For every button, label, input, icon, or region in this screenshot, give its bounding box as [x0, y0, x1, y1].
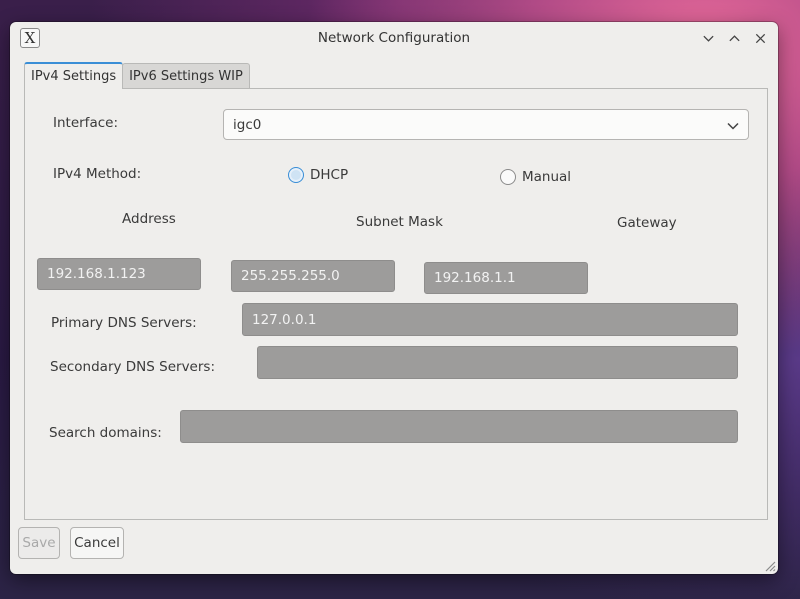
subnet-mask-field[interactable]: 255.255.255.0: [231, 260, 395, 292]
tab-ipv6-settings[interactable]: IPv6 Settings WIP: [122, 63, 250, 89]
manual-radio[interactable]: Manual: [500, 169, 571, 185]
address-label: Address: [122, 211, 176, 227]
dhcp-radio-label: DHCP: [310, 167, 349, 183]
network-configuration-window: X Network Configuration IPv4 Settings IP…: [10, 22, 778, 574]
maximize-button[interactable]: [722, 26, 746, 50]
chevron-down-icon: [727, 122, 739, 130]
save-button[interactable]: Save: [18, 527, 60, 559]
tab-ipv4-settings[interactable]: IPv4 Settings: [24, 62, 124, 89]
dhcp-radio[interactable]: DHCP: [288, 167, 348, 183]
minimize-button[interactable]: [696, 26, 720, 50]
secondary-dns-label: Secondary DNS Servers:: [50, 359, 215, 375]
close-icon: [755, 33, 765, 43]
search-domains-label: Search domains:: [49, 425, 162, 441]
primary-dns-field[interactable]: 127.0.0.1: [242, 303, 738, 336]
interface-select[interactable]: igc0: [223, 109, 749, 140]
gateway-field[interactable]: 192.168.1.1: [424, 262, 588, 294]
ipv4-settings-panel: Interface: igc0 IPv4 Method: DHCP Manual…: [24, 88, 768, 520]
secondary-dns-field[interactable]: [257, 346, 738, 379]
titlebar[interactable]: X Network Configuration: [10, 22, 778, 54]
window-controls: [696, 26, 772, 50]
interface-label: Interface:: [53, 115, 118, 131]
cancel-button[interactable]: Cancel: [70, 527, 124, 559]
gateway-label: Gateway: [617, 215, 677, 231]
radio-indicator-selected: [288, 167, 304, 183]
resize-grip-icon[interactable]: [762, 558, 776, 572]
manual-radio-label: Manual: [522, 169, 572, 185]
ipv4-method-label: IPv4 Method:: [53, 166, 142, 182]
search-domains-field[interactable]: [180, 410, 738, 443]
subnet-mask-label: Subnet Mask: [356, 214, 443, 230]
app-icon: X: [20, 28, 40, 48]
window-title: Network Configuration: [317, 30, 471, 46]
chevron-up-icon: [728, 34, 740, 41]
close-button[interactable]: [748, 26, 772, 50]
tab-bar: IPv4 Settings IPv6 Settings WIP: [24, 62, 250, 89]
radio-indicator: [500, 169, 516, 185]
primary-dns-label: Primary DNS Servers:: [51, 315, 197, 331]
interface-select-value: igc0: [233, 116, 262, 133]
address-field[interactable]: 192.168.1.123: [37, 258, 201, 290]
chevron-down-icon: [702, 35, 714, 42]
